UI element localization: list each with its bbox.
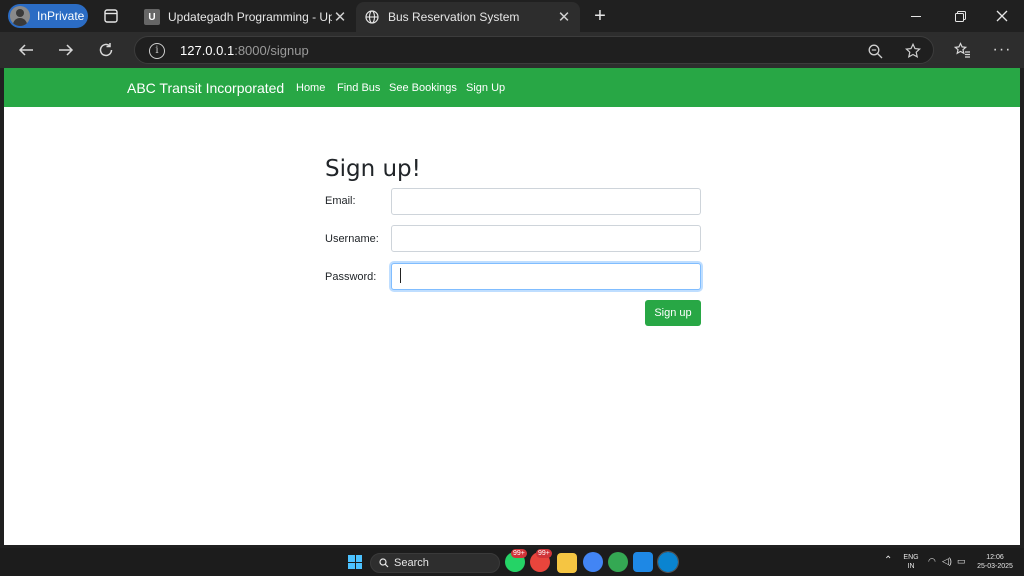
nav-home[interactable]: Home: [296, 82, 325, 94]
tab-title: Bus Reservation System: [388, 10, 520, 24]
search-label: Search: [394, 557, 429, 569]
more-dots-icon: ···: [992, 41, 1012, 58]
language-indicator[interactable]: ENG IN: [902, 553, 920, 571]
url-path: :8000/signup: [234, 43, 309, 58]
favorites-button[interactable]: [948, 36, 976, 64]
chrome-profile-icon[interactable]: [583, 552, 603, 572]
minimize-button[interactable]: [894, 0, 938, 32]
whatsapp-icon[interactable]: 99+: [505, 549, 527, 572]
file-explorer-icon[interactable]: [557, 553, 577, 573]
minimize-icon: [911, 15, 921, 17]
close-window-button[interactable]: [980, 0, 1024, 32]
clock[interactable]: 12:06 25-03-2025: [974, 553, 1016, 571]
password-label: Password:: [325, 271, 377, 283]
battery-icon[interactable]: ▭: [957, 557, 966, 566]
tray-chevron-up-icon[interactable]: ⌃: [884, 556, 892, 566]
arrow-left-icon: [18, 44, 33, 56]
chrome-icon[interactable]: 99+: [530, 549, 552, 572]
web-page: ABC Transit Incorporated Home Find Bus S…: [4, 68, 1020, 545]
nav-sign-up[interactable]: Sign Up: [466, 82, 505, 94]
clock-time: 12:06: [986, 554, 1004, 561]
vscode-icon[interactable]: [633, 552, 653, 572]
back-button[interactable]: [12, 36, 40, 64]
region-code: IN: [907, 563, 915, 570]
address-bar[interactable]: i 127.0.0.1:8000/signup: [134, 36, 934, 64]
chrome-badge: 99+: [536, 549, 552, 558]
clock-date: 25-03-2025: [977, 563, 1013, 570]
close-icon: [996, 10, 1008, 22]
globe-icon: [364, 9, 380, 25]
password-field[interactable]: [391, 263, 701, 290]
username-field[interactable]: [391, 225, 701, 252]
tab-close-button[interactable]: ✕: [332, 8, 348, 26]
windows-start-icon[interactable]: [348, 555, 362, 569]
tab-title: Updategadh Programming - Upd: [168, 10, 332, 24]
text-caret: [400, 268, 401, 283]
tab-updategadh[interactable]: U Updategadh Programming - Upd ✕: [136, 2, 356, 32]
profile-avatar: [10, 6, 30, 26]
nav-find-bus[interactable]: Find Bus: [337, 82, 380, 94]
whatsapp-badge: 99+: [511, 549, 527, 558]
email-label: Email:: [325, 195, 356, 207]
chrome-profile-2-icon[interactable]: [608, 552, 628, 572]
address-url[interactable]: 127.0.0.1:8000/signup: [180, 43, 309, 58]
browser-toolbar: i 127.0.0.1:8000/signup ···: [0, 32, 1024, 68]
inprivate-button[interactable]: InPrivate: [8, 4, 88, 28]
restore-button[interactable]: [938, 0, 982, 32]
refresh-icon: [99, 43, 113, 57]
forward-button[interactable]: [52, 36, 80, 64]
wifi-icon[interactable]: ◠: [928, 557, 936, 566]
tab-bus-reservation[interactable]: Bus Reservation System ✕: [356, 2, 580, 32]
tab-actions-icon: [104, 9, 118, 23]
email-field[interactable]: [391, 188, 701, 215]
restore-icon: [954, 10, 966, 22]
favorite-star-icon[interactable]: [903, 41, 923, 61]
zoom-icon[interactable]: [865, 41, 885, 61]
site-info-icon[interactable]: i: [149, 43, 165, 59]
settings-more-button[interactable]: ···: [988, 36, 1016, 64]
arrow-right-icon: [59, 44, 74, 56]
tab-close-button[interactable]: ✕: [556, 8, 572, 26]
site-brand[interactable]: ABC Transit Incorporated: [127, 80, 284, 96]
search-icon: [379, 558, 389, 568]
url-host: 127.0.0.1: [180, 43, 235, 58]
volume-icon[interactable]: ◁): [942, 557, 952, 566]
favorites-list-icon: [953, 42, 970, 58]
updategadh-logo-icon: U: [144, 9, 160, 25]
taskbar-search[interactable]: Search: [370, 553, 500, 573]
edge-icon[interactable]: [657, 551, 679, 573]
sign-up-button[interactable]: Sign up: [645, 300, 701, 326]
site-navbar: ABC Transit Incorporated Home Find Bus S…: [4, 68, 1020, 107]
inprivate-label: InPrivate: [37, 9, 85, 23]
username-label: Username:: [325, 233, 379, 245]
tab-actions-button[interactable]: [100, 6, 122, 26]
language-code: ENG: [903, 554, 919, 561]
refresh-button[interactable]: [92, 36, 120, 64]
new-tab-button[interactable]: +: [588, 4, 612, 28]
browser-title-bar: InPrivate U Updategadh Programming - Upd…: [0, 0, 1024, 32]
nav-see-bookings[interactable]: See Bookings: [389, 82, 457, 94]
page-title: Sign up!: [325, 156, 421, 182]
